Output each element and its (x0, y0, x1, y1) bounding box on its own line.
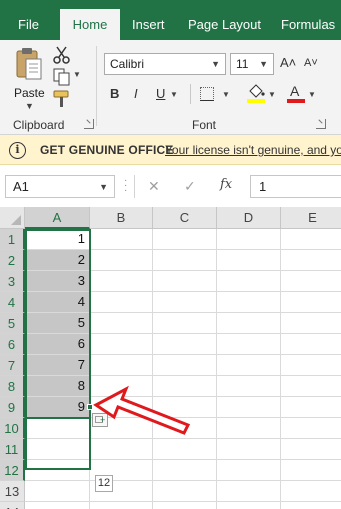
chevron-down-icon[interactable]: ▼ (170, 90, 178, 99)
clipboard-group-label: Clipboard (13, 118, 65, 132)
font-size-select[interactable]: 11 ▼ (230, 53, 274, 75)
row-header-1[interactable]: 1 (0, 229, 25, 250)
tab-insert[interactable]: Insert (122, 9, 175, 40)
italic-button[interactable]: I (134, 86, 138, 101)
annotation-arrow (93, 385, 191, 435)
clipboard-launcher-icon[interactable] (84, 119, 94, 129)
group-divider (96, 46, 97, 126)
row-header-7[interactable]: 7 (0, 355, 25, 376)
worksheet-grid[interactable]: ABCDE112233445566778899101112131412 (0, 207, 341, 509)
name-box[interactable]: A1 ▼ (5, 175, 115, 198)
ribbon-home: Paste ▼ ▼ Clipboard Calibri ▼ 11 ▼ A˄ A˅… (0, 40, 341, 135)
insert-function-icon[interactable]: fx (220, 177, 232, 192)
chevron-down-icon[interactable]: ▼ (222, 90, 230, 99)
bold-button[interactable]: B (110, 86, 119, 101)
divider (134, 175, 135, 198)
row-header-13[interactable]: 13 (0, 481, 25, 502)
info-icon: i (9, 142, 26, 159)
select-all-button[interactable] (0, 207, 25, 229)
column-header-c[interactable]: C (153, 207, 217, 229)
cancel-icon[interactable]: ✕ (148, 178, 160, 195)
font-family-value: Calibri (110, 57, 145, 71)
column-header-e[interactable]: E (281, 207, 341, 229)
row-header-5[interactable]: 5 (0, 313, 25, 334)
tab-file[interactable]: File (8, 9, 49, 40)
row-header-11[interactable]: 11 (0, 439, 25, 460)
font-launcher-icon[interactable] (316, 119, 326, 129)
borders-icon[interactable] (200, 87, 214, 101)
ribbon-tab-bar: File Home Insert Page Layout Formulas (0, 0, 341, 40)
underline-button[interactable]: U (156, 86, 165, 101)
resize-grip-icon[interactable]: · · · (124, 176, 128, 196)
row-header-4[interactable]: 4 (0, 292, 25, 313)
tab-page-layout[interactable]: Page Layout (178, 9, 271, 40)
svg-text:A: A (290, 83, 300, 99)
chevron-down-icon: ▼ (99, 182, 108, 192)
copy-icon[interactable] (52, 68, 72, 86)
infobar-title: GET GENUINE OFFICE (40, 143, 174, 157)
name-box-value: A1 (13, 179, 29, 194)
formula-bar: A1 ▼ · · · ✕ ✓ fx 1 (0, 165, 341, 207)
gridline (25, 480, 341, 481)
column-header-a[interactable]: A (25, 207, 90, 229)
annotation-arrow-shape (93, 385, 191, 435)
row-header-6[interactable]: 6 (0, 334, 25, 355)
gridline (25, 501, 341, 502)
row-header-9[interactable]: 9 (0, 397, 25, 418)
paste-icon (16, 48, 42, 80)
fill-drag-range (25, 418, 91, 470)
autofill-value-tooltip: 12 (95, 475, 113, 492)
decrease-font-size-button[interactable]: A˅ (304, 57, 318, 69)
column-header-b[interactable]: B (90, 207, 153, 229)
row-header-2[interactable]: 2 (0, 250, 25, 271)
cut-icon[interactable] (52, 46, 72, 64)
chevron-down-icon[interactable]: ▼ (268, 90, 276, 99)
increase-font-size-button[interactable]: A˄ (280, 55, 296, 70)
gridline (152, 229, 153, 509)
chevron-down-icon[interactable]: ▼ (73, 70, 81, 79)
row-header-14[interactable]: 14 (0, 502, 25, 509)
row-header-8[interactable]: 8 (0, 376, 25, 397)
fill-color-icon[interactable] (246, 82, 266, 104)
column-header-d[interactable]: D (217, 207, 281, 229)
formula-input[interactable]: 1 (250, 175, 341, 198)
paste-label: Paste (14, 86, 45, 100)
genuine-office-infobar: i GET GENUINE OFFICE Your license isn't … (0, 135, 341, 165)
tab-home[interactable]: Home (60, 9, 120, 40)
gridline (280, 229, 281, 509)
font-size-value: 11 (236, 57, 249, 71)
row-header-12[interactable]: 12 (0, 460, 25, 481)
format-painter-icon[interactable] (52, 90, 72, 108)
selection-range (25, 229, 91, 419)
font-group-label: Font (192, 118, 217, 132)
chevron-down-icon[interactable]: ▼ (25, 101, 34, 111)
font-color-icon[interactable]: A (286, 82, 306, 104)
tab-formulas[interactable]: Formulas (271, 9, 341, 40)
divider (190, 84, 191, 104)
paste-button[interactable]: Paste ▼ (10, 45, 50, 115)
row-header-3[interactable]: 3 (0, 271, 25, 292)
infobar-message-link[interactable]: Your license isn't genuine, and yo (165, 143, 341, 157)
chevron-down-icon[interactable]: ▼ (308, 90, 316, 99)
chevron-down-icon: ▼ (259, 59, 268, 69)
enter-icon[interactable]: ✓ (184, 178, 196, 195)
gridline (216, 229, 217, 509)
font-family-select[interactable]: Calibri ▼ (104, 53, 226, 75)
row-header-10[interactable]: 10 (0, 418, 25, 439)
chevron-down-icon: ▼ (211, 59, 220, 69)
